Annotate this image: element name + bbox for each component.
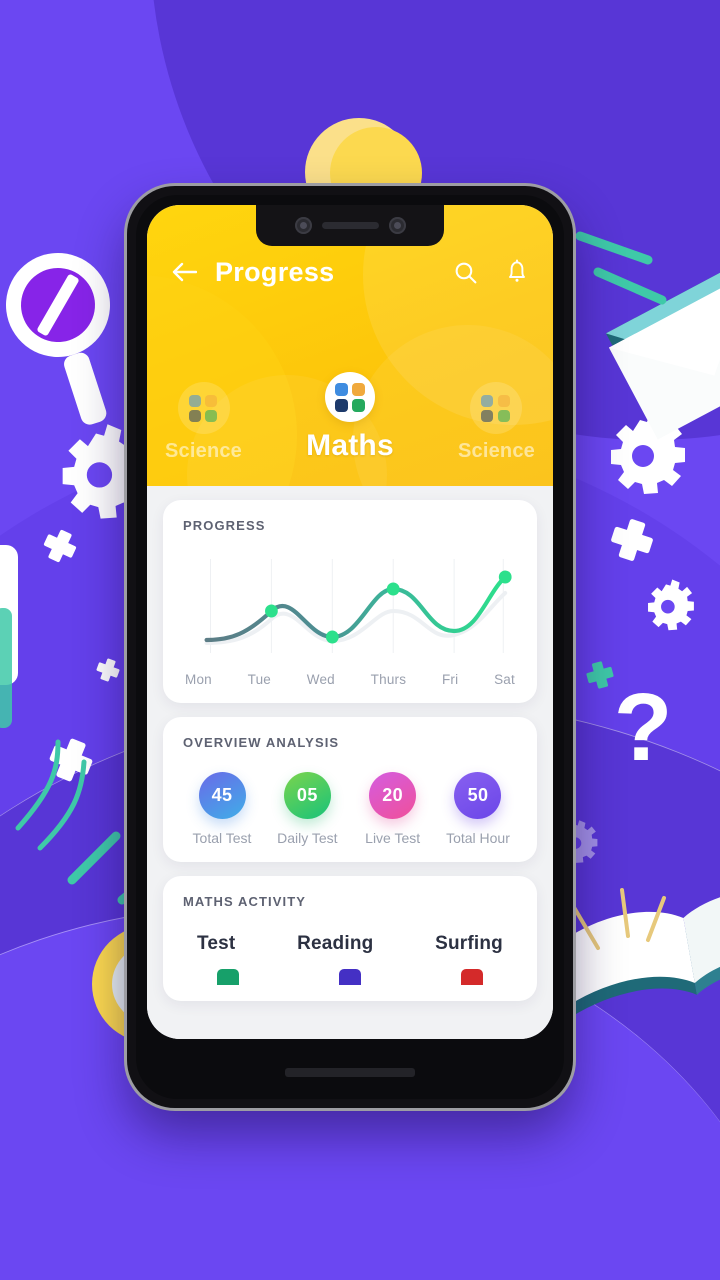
arrow-left-icon [172, 262, 197, 282]
subject-icon [325, 372, 375, 422]
activity-bars [183, 969, 517, 985]
stat-daily-test[interactable]: 05 Daily Test [270, 772, 344, 846]
maths-activity-card: MATHS ACTIVITY Test Reading Surfing [163, 876, 537, 1001]
subject-label: Science [457, 440, 535, 462]
plus-icon [40, 526, 80, 566]
stat-label: Total Hour [446, 830, 510, 846]
phone-screen: Progress Science Maths Science PROGRESS … [147, 205, 553, 1039]
activity-bar-test [217, 969, 239, 985]
plus-icon [586, 661, 614, 689]
chart-x-tick: Tue [247, 672, 272, 687]
activity-bar-reading [339, 969, 361, 985]
chart-x-tick: Wed [306, 672, 335, 687]
stat-total-hour[interactable]: 50 Total Hour [441, 772, 515, 846]
svg-text:?: ? [614, 674, 673, 781]
plus-icon [94, 656, 122, 684]
app-header: Progress Science Maths Science [147, 205, 553, 486]
front-camera-icon [294, 217, 312, 234]
gear-icon [648, 579, 694, 631]
header-actions [451, 258, 531, 286]
subject-label: Maths [306, 429, 394, 462]
chart-ghost-series [204, 591, 508, 645]
envelope-icon [605, 262, 720, 440]
tab-surfing[interactable]: Surfing [435, 933, 503, 955]
app-content: PROGRESS Mon Tue Wed Thurs Fri Sat OVERV… [147, 500, 553, 1039]
activity-card-title: MATHS ACTIVITY [183, 894, 307, 909]
progress-chart [183, 545, 517, 670]
chart-x-tick: Thurs [370, 672, 407, 687]
chart-gridlines [210, 559, 504, 653]
stat-value: 45 [198, 772, 246, 819]
stat-label: Daily Test [277, 830, 338, 846]
open-book-icon [558, 888, 720, 1018]
tab-reading[interactable]: Reading [297, 933, 373, 955]
subject-icon [177, 382, 230, 434]
dash-decor [0, 608, 12, 728]
stat-value: 20 [369, 772, 417, 819]
stat-total-test[interactable]: 45 Total Test [185, 772, 259, 846]
progress-chart-svg [204, 559, 512, 653]
progress-card-title: PROGRESS [183, 518, 266, 533]
search-icon [455, 262, 476, 283]
subject-icon [470, 382, 523, 434]
question-mark-icon: ? [614, 674, 673, 781]
page-title: Progress [215, 256, 335, 287]
phone-bezel: Progress Science Maths Science PROGRESS … [136, 195, 564, 1099]
app-topbar: Progress [147, 251, 553, 293]
overview-stats: 45 Total Test 05 Daily Test 20 Live Test [183, 772, 517, 846]
bell-icon [509, 259, 525, 282]
notifications-button[interactable] [503, 258, 531, 286]
search-button[interactable] [451, 258, 479, 286]
phone-notch [256, 205, 444, 246]
stat-value: 05 [283, 772, 331, 819]
chart-x-axis: Mon Tue Wed Thurs Fri Sat [183, 672, 517, 687]
plus-icon [610, 518, 654, 562]
stat-label: Live Test [365, 830, 421, 846]
stat-value: 50 [454, 772, 502, 819]
subject-carousel: Science Maths Science [147, 343, 553, 469]
overview-card-title: OVERVIEW ANALYSIS [183, 735, 340, 750]
tab-test[interactable]: Test [197, 933, 235, 955]
front-camera-icon [388, 217, 406, 234]
phone-mockup: Progress Science Maths Science PROGRESS … [127, 186, 573, 1108]
overview-analysis-card: OVERVIEW ANALYSIS 45 Total Test 05 Daily… [163, 717, 537, 862]
subject-item-maths[interactable]: Maths [306, 372, 394, 463]
progress-card: PROGRESS Mon Tue Wed Thurs Fri Sat [163, 500, 537, 703]
magnifier-no-entry-icon [6, 253, 110, 425]
stat-live-test[interactable]: 20 Live Test [356, 772, 430, 846]
earpiece-speaker [321, 222, 379, 229]
subject-label: Science [165, 440, 243, 462]
subject-item-science-right[interactable]: Science [458, 382, 535, 463]
subject-item-science-left[interactable]: Science [165, 382, 242, 463]
activity-tabs: Test Reading Surfing [183, 933, 517, 955]
stat-label: Total Test [192, 830, 252, 846]
chart-markers [265, 570, 512, 644]
bottom-speaker-grille [285, 1068, 415, 1077]
chart-x-tick: Fri [441, 672, 459, 687]
chart-x-tick: Sat [494, 672, 515, 687]
chart-x-tick: Mon [185, 672, 212, 687]
chart-line-series [204, 574, 508, 643]
activity-bar-surfing [461, 969, 483, 985]
back-button[interactable] [169, 257, 199, 287]
